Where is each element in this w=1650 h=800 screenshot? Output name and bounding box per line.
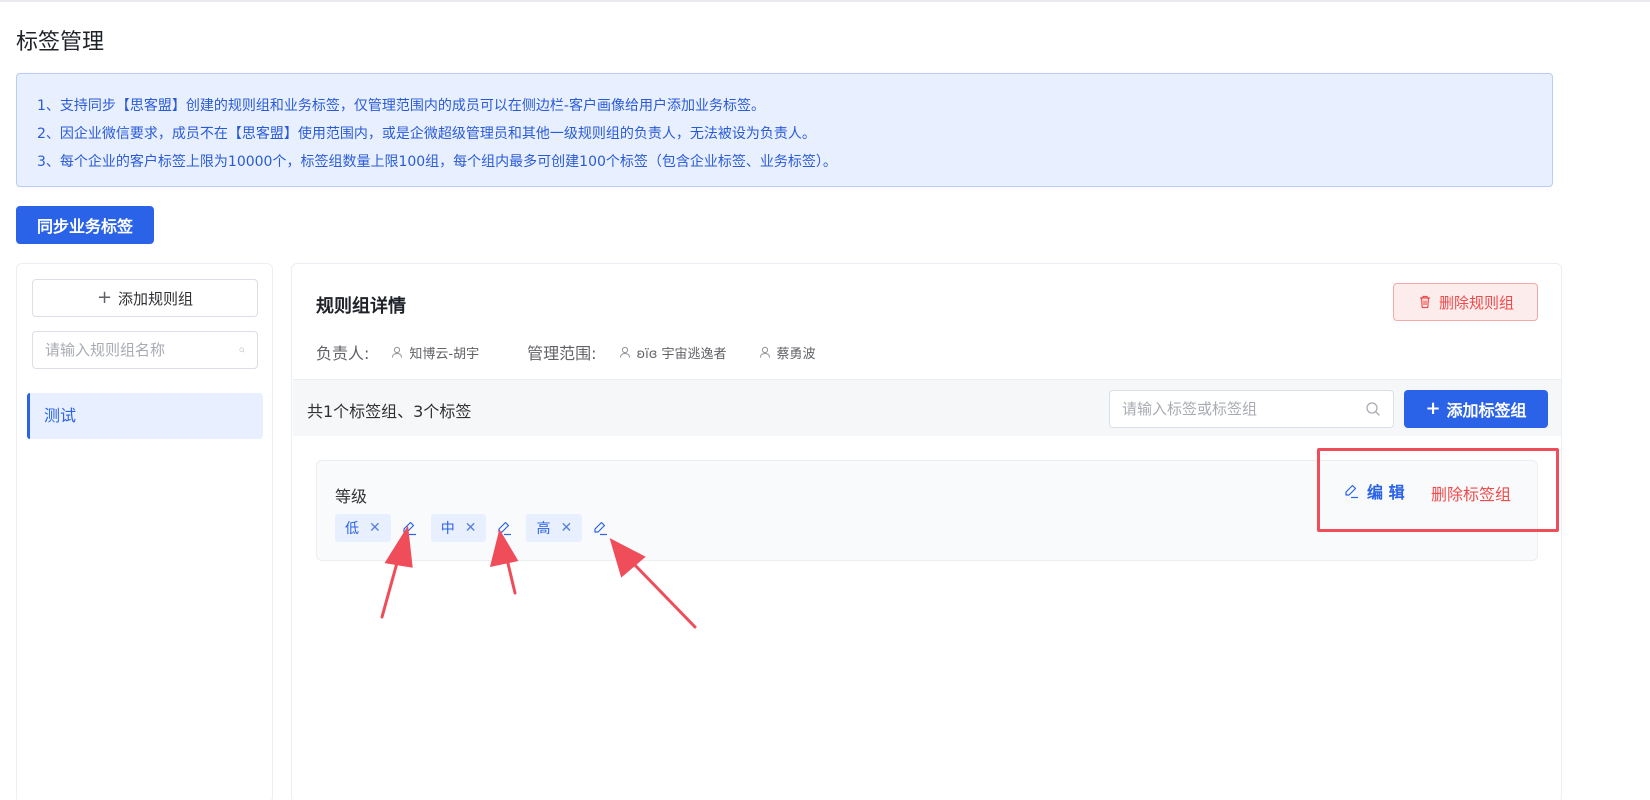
edit-icon[interactable] [496, 520, 512, 536]
tag-group-card: 等级 低 ✕ 中 ✕ 高 ✕ 编 辑 删除标签组 [316, 460, 1538, 561]
notice-line-1: 1、支持同步【思客盟】创建的规则组和业务标签，仅管理范围内的成员可以在侧边栏-客… [37, 98, 765, 114]
user-icon [392, 346, 403, 358]
sync-business-tags-button[interactable]: 同步业务标签 [16, 206, 154, 244]
notice-banner: 1、支持同步【思客盟】创建的规则组和业务标签，仅管理范围内的成员可以在侧边栏-客… [16, 73, 1553, 187]
tag-chip: 高 ✕ [526, 514, 583, 542]
tag-count-text: 共1个标签组、3个标签 [307, 402, 472, 421]
rule-group-search-input[interactable] [45, 341, 239, 359]
sidebar-item-test[interactable]: 测试 [27, 393, 263, 439]
edit-icon[interactable] [592, 520, 608, 536]
delete-tag-group-button[interactable]: 删除标签组 [1431, 481, 1511, 505]
tag-toolbar: 共1个标签组、3个标签 + 添加标签组 [293, 379, 1561, 436]
add-rule-group-button[interactable]: + 添加规则组 [32, 279, 258, 317]
rule-group-sidebar: + 添加规则组 测试 [16, 263, 273, 800]
tags-row: 低 ✕ 中 ✕ 高 ✕ [335, 514, 622, 542]
edit-icon[interactable] [401, 520, 417, 536]
edit-tag-group-button[interactable]: 编 辑 [1343, 479, 1405, 503]
owner-person: 知博云-胡宇 [391, 343, 479, 362]
search-icon[interactable] [239, 342, 245, 358]
rule-group-search [32, 331, 258, 369]
add-tag-group-button[interactable]: + 添加标签组 [1404, 390, 1548, 428]
rule-group-detail-panel: 规则组详情 删除规则组 负责人: 知博云-胡宇 管理范围: ʚïɞ 宇宙逃逸者 … [291, 263, 1562, 800]
tag-group-name: 等级 [335, 487, 368, 506]
delete-rule-group-button[interactable]: 删除规则组 [1393, 283, 1538, 321]
tag-search-input[interactable] [1122, 400, 1365, 418]
user-icon [759, 346, 770, 358]
close-icon[interactable]: ✕ [369, 520, 381, 536]
edit-icon [1345, 484, 1358, 499]
plus-icon: + [1425, 398, 1441, 419]
tag-search [1109, 390, 1394, 428]
scope-member-name: 蔡勇波 [776, 346, 816, 362]
scope-member-name: ʚïɞ 宇宙逃逸者 [636, 346, 727, 362]
close-icon[interactable]: ✕ [560, 520, 572, 536]
detail-title: 规则组详情 [316, 296, 406, 317]
scope-member: ʚïɞ 宇宙逃逸者 [619, 343, 727, 362]
meta-row: 负责人: 知博云-胡宇 管理范围: ʚïɞ 宇宙逃逸者 蔡勇波 [316, 340, 816, 364]
trash-icon [1419, 295, 1430, 309]
edit-tag-group-label: 编 辑 [1367, 483, 1405, 502]
tag-chip: 中 ✕ [430, 514, 487, 542]
scope-member: 蔡勇波 [759, 343, 816, 362]
search-icon[interactable] [1365, 401, 1381, 417]
owner-label: 负责人: [316, 344, 370, 363]
owner-name: 知博云-胡宇 [409, 346, 480, 362]
top-divider [0, 0, 1650, 2]
page-title: 标签管理 [16, 30, 105, 55]
add-rule-group-label: 添加规则组 [118, 289, 194, 308]
tag-label: 高 [536, 521, 551, 537]
plus-icon: + [96, 287, 113, 308]
user-icon [619, 346, 630, 358]
notice-line-3: 3、每个企业的客户标签上限为10000个，标签组数量上限100组，每个组内最多可… [37, 154, 837, 170]
delete-rule-group-label: 删除规则组 [1438, 293, 1514, 312]
add-tag-group-label: 添加标签组 [1446, 401, 1527, 420]
notice-line-2: 2、因企业微信要求，成员不在【思客盟】使用范围内，或是企微超级管理员和其他一级规… [37, 126, 816, 142]
tag-label: 低 [345, 521, 359, 537]
tag-label: 中 [440, 521, 455, 537]
close-icon[interactable]: ✕ [465, 520, 477, 536]
tag-chip: 低 ✕ [335, 514, 391, 542]
scope-label: 管理范围: [527, 344, 597, 363]
